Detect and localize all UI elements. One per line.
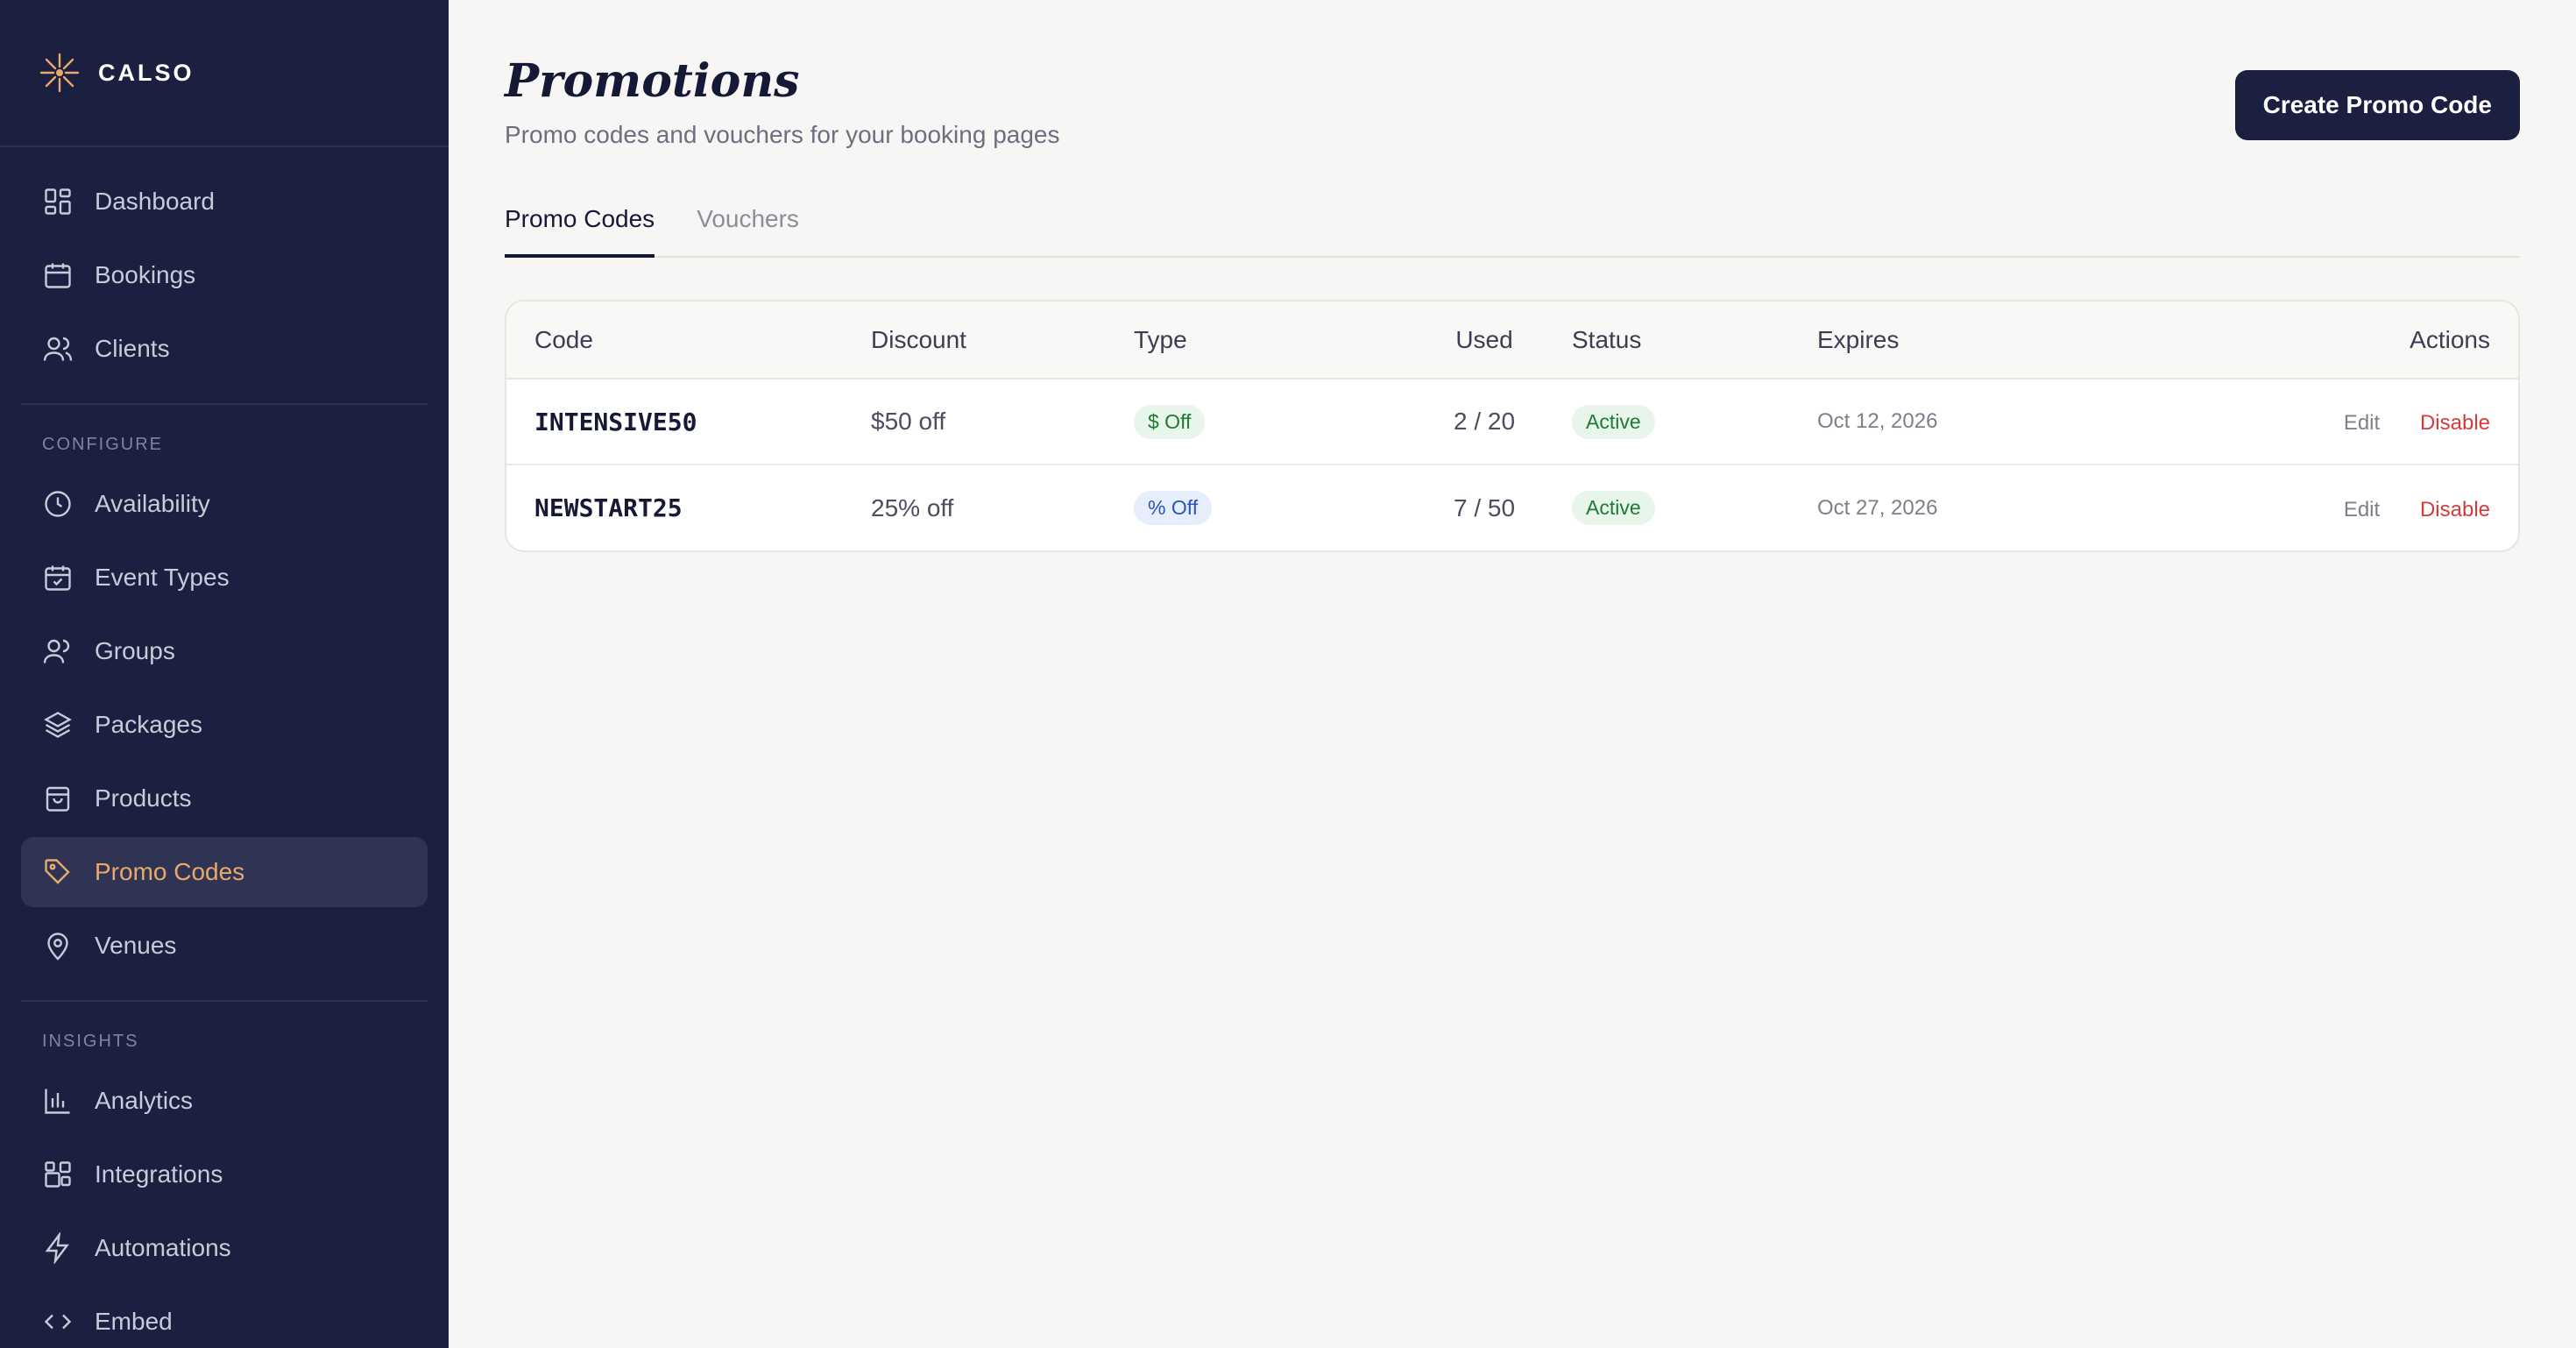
sidebar-item-event-types[interactable]: Event Types bbox=[21, 543, 428, 613]
map-pin-icon bbox=[47, 933, 68, 961]
column-header-expires: Expires bbox=[1817, 325, 1900, 353]
clock-icon bbox=[45, 491, 71, 517]
code-icon bbox=[44, 1314, 72, 1330]
disable-button[interactable]: Disable bbox=[2420, 411, 2490, 435]
sidebar-item-label: Groups bbox=[95, 637, 175, 664]
column-header-type: Type bbox=[1134, 325, 1187, 353]
table-row: NEWSTART25 25% off % Off 7 / 50 Active O… bbox=[506, 465, 2518, 550]
brand[interactable]: CALSO bbox=[0, 0, 449, 147]
sidebar-item-label: Event Types bbox=[95, 564, 230, 591]
sidebar-item-label: Dashboard bbox=[95, 188, 215, 215]
promo-code: NEWSTART25 bbox=[534, 493, 683, 522]
tab-bar: Promo Codes Vouchers bbox=[505, 200, 2520, 258]
sidebar-item-clients[interactable]: Clients bbox=[21, 314, 428, 384]
sidebar-item-label: Embed bbox=[95, 1308, 173, 1335]
section-heading-insights: INSIGHTS bbox=[42, 1032, 139, 1051]
brand-name: CALSO bbox=[98, 59, 195, 86]
sidebar-item-label: Promo Codes bbox=[95, 858, 245, 885]
nav-group-main: Dashboard Bookings Clients bbox=[21, 147, 428, 405]
nav-group-configure: CONFIGURE Availability Event Types Group… bbox=[21, 405, 428, 1002]
calendar-check-icon bbox=[45, 565, 71, 591]
sidebar-item-groups[interactable]: Groups bbox=[21, 616, 428, 686]
sidebar-item-label: Products bbox=[95, 784, 192, 812]
tab-vouchers[interactable]: Vouchers bbox=[697, 200, 799, 258]
sidebar-item-analytics[interactable]: Analytics bbox=[21, 1066, 428, 1136]
sidebar-item-automations[interactable]: Automations bbox=[21, 1213, 428, 1283]
sidebar-item-integrations[interactable]: Integrations bbox=[21, 1139, 428, 1210]
tab-promo-codes[interactable]: Promo Codes bbox=[505, 200, 655, 258]
promo-codes-table: Code Discount Type Used Status Expires A… bbox=[505, 300, 2520, 552]
disable-button[interactable]: Disable bbox=[2420, 498, 2490, 521]
puzzle-icon bbox=[45, 1161, 71, 1188]
status-badge: Active bbox=[1572, 491, 1655, 525]
column-header-discount: Discount bbox=[871, 325, 966, 353]
sidebar-item-availability[interactable]: Availability bbox=[21, 469, 428, 539]
sidebar: CALSO Dashboard Bookings Clients CONFIGU… bbox=[0, 0, 449, 1348]
bar-chart-icon bbox=[45, 1089, 70, 1114]
type-badge: $ Off bbox=[1134, 404, 1206, 439]
promo-code: INTENSIVE50 bbox=[534, 407, 697, 436]
group-icon bbox=[43, 639, 70, 663]
status-badge: Active bbox=[1572, 404, 1655, 439]
tag-icon bbox=[45, 859, 70, 884]
discount-value: 25% off bbox=[871, 493, 954, 521]
sidebar-item-dashboard[interactable]: Dashboard bbox=[21, 167, 428, 237]
sidebar-item-promo-codes[interactable]: Promo Codes bbox=[21, 837, 428, 907]
used-count: 7 / 50 bbox=[1453, 493, 1516, 521]
sidebar-item-products[interactable]: Products bbox=[21, 763, 428, 834]
section-heading-configure: CONFIGURE bbox=[42, 435, 163, 454]
sidebar-item-bookings[interactable]: Bookings bbox=[21, 240, 428, 310]
sidebar-item-label: Bookings bbox=[95, 261, 196, 288]
expires-date: Oct 27, 2026 bbox=[1817, 495, 1938, 520]
sun-logo-icon bbox=[39, 53, 80, 93]
layers-icon bbox=[44, 712, 72, 738]
page-title: Promotions bbox=[505, 54, 800, 108]
bag-icon bbox=[46, 786, 70, 812]
nav-group-insights: INSIGHTS Analytics Integrations Automati… bbox=[21, 1002, 428, 1348]
sidebar-item-label: Packages bbox=[95, 711, 202, 738]
edit-button[interactable]: Edit bbox=[2344, 498, 2380, 521]
sidebar-item-packages[interactable]: Packages bbox=[21, 690, 428, 760]
sidebar-item-label: Automations bbox=[95, 1234, 231, 1261]
main-content: Promotions Promo codes and vouchers for … bbox=[449, 0, 2576, 1348]
users-icon bbox=[43, 337, 73, 361]
expires-date: Oct 12, 2026 bbox=[1817, 409, 1938, 433]
sidebar-item-venues[interactable]: Venues bbox=[21, 911, 428, 981]
table-header-row: Code Discount Type Used Status Expires A… bbox=[506, 302, 2518, 379]
column-header-actions: Actions bbox=[2410, 325, 2490, 353]
column-header-used: Used bbox=[1455, 325, 1513, 353]
table-row: INTENSIVE50 $50 off $ Off 2 / 20 Active … bbox=[506, 379, 2518, 465]
discount-value: $50 off bbox=[871, 408, 946, 435]
bolt-icon bbox=[45, 1232, 69, 1264]
sidebar-item-label: Availability bbox=[95, 490, 210, 517]
column-header-status: Status bbox=[1572, 325, 1642, 353]
sidebar-item-label: Venues bbox=[95, 932, 177, 959]
used-count: 2 / 20 bbox=[1453, 408, 1516, 435]
sidebar-item-label: Clients bbox=[95, 335, 170, 362]
sidebar-item-label: Analytics bbox=[95, 1087, 194, 1114]
create-promo-code-button[interactable]: Create Promo Code bbox=[2234, 70, 2520, 140]
edit-button[interactable]: Edit bbox=[2344, 411, 2380, 435]
page-subtitle: Promo codes and vouchers for your bookin… bbox=[505, 121, 1060, 148]
column-header-code: Code bbox=[534, 325, 593, 353]
type-badge: % Off bbox=[1134, 491, 1213, 525]
dashboard-icon bbox=[45, 188, 71, 215]
sidebar-item-label: Integrations bbox=[95, 1160, 223, 1188]
calendar-icon bbox=[45, 263, 71, 288]
sidebar-item-embed[interactable]: Embed bbox=[21, 1287, 428, 1348]
